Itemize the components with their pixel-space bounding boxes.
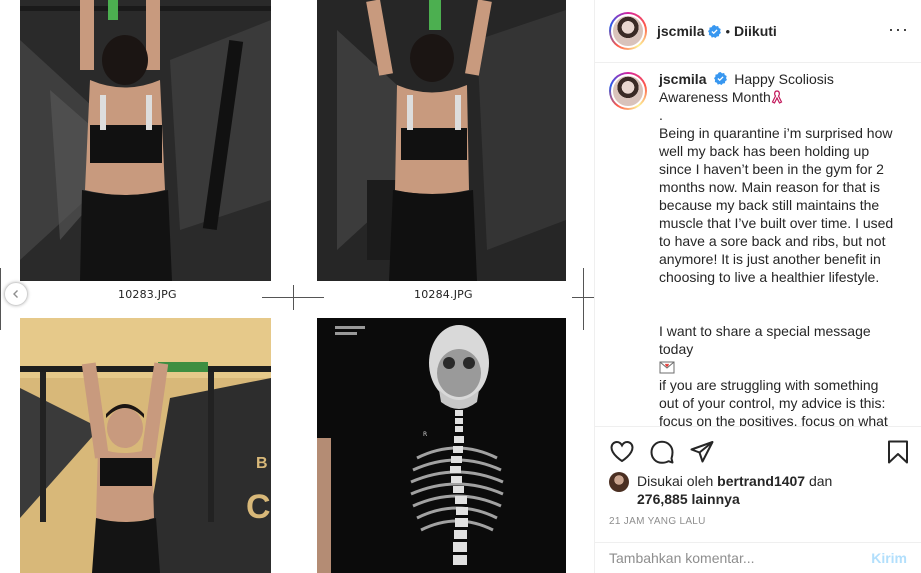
bookmark-icon[interactable] xyxy=(885,439,911,465)
caption-paragraph-1: Being in quarantine i’m surprised how we… xyxy=(659,125,894,285)
chevron-left-icon xyxy=(13,290,18,298)
more-options-button[interactable]: ··· xyxy=(888,20,909,38)
photo-caption-1: 10283.JPG xyxy=(118,288,177,301)
divider-mark xyxy=(293,285,294,310)
awareness-ribbon-icon xyxy=(771,90,783,104)
photo-spine-xray: R xyxy=(317,318,566,573)
liker-avatar[interactable] xyxy=(609,472,629,492)
caption-paragraph-2a: I want to share a special message today xyxy=(659,323,871,357)
liker-username[interactable]: bertrand1407 xyxy=(717,473,805,489)
svg-text:C: C xyxy=(246,488,271,526)
caption-dot: . xyxy=(659,107,663,123)
carousel-prev-button[interactable] xyxy=(4,282,28,306)
likes-count[interactable]: 276,885 lainnya xyxy=(637,491,740,507)
svg-text:B: B xyxy=(256,455,268,472)
divider-mark xyxy=(0,268,1,330)
verified-badge-icon xyxy=(708,24,722,38)
following-button[interactable]: Diikuti xyxy=(734,23,777,39)
photo-front-hang: B C xyxy=(20,318,271,573)
likes-summary: Disukai oleh bertrand1407 dan 276,885 la… xyxy=(609,472,907,508)
share-icon[interactable] xyxy=(689,439,715,465)
caption-paragraph-2: I want to share a special message today … xyxy=(659,304,897,426)
photo-caption-2: 10284.JPG xyxy=(414,288,473,301)
caption-paragraph-2b: if you are struggling with something out… xyxy=(659,377,888,426)
post-header: jscmila • Diikuti ··· xyxy=(595,0,921,63)
header-username[interactable]: jscmila xyxy=(657,23,704,39)
action-bar xyxy=(595,426,921,472)
comment-form: Kirim xyxy=(595,542,921,573)
photo-back-hang-2 xyxy=(317,0,566,281)
svg-text:R: R xyxy=(423,431,427,438)
verified-badge-icon xyxy=(714,72,728,85)
header-separator: • xyxy=(725,23,731,39)
photo-back-hang-1 xyxy=(20,0,271,281)
divider-mark xyxy=(583,268,584,330)
caption-username[interactable]: jscmila xyxy=(659,71,706,87)
avatar[interactable] xyxy=(609,12,647,50)
comment-input[interactable] xyxy=(609,550,872,566)
love-letter-icon xyxy=(659,361,675,374)
likes-prefix: Disukai oleh xyxy=(637,473,714,489)
comment-icon[interactable] xyxy=(649,439,675,465)
caption-avatar[interactable] xyxy=(609,72,647,110)
caption-area: jscmila Happy Scoliosis Awareness Month … xyxy=(595,64,921,426)
caption-text: jscmila Happy Scoliosis Awareness Month … xyxy=(659,70,897,426)
likes-joiner: dan xyxy=(808,473,833,489)
post-detail-panel: jscmila • Diikuti ··· jscmila Happy Scol… xyxy=(594,0,921,573)
heart-outline-icon[interactable] xyxy=(609,439,635,465)
post-comment-button[interactable]: Kirim xyxy=(871,550,907,566)
post-timestamp[interactable]: 21 JAM YANG LALU xyxy=(609,516,706,527)
post-media: 10283.JPG 10284.JPG B C R xyxy=(0,0,594,573)
